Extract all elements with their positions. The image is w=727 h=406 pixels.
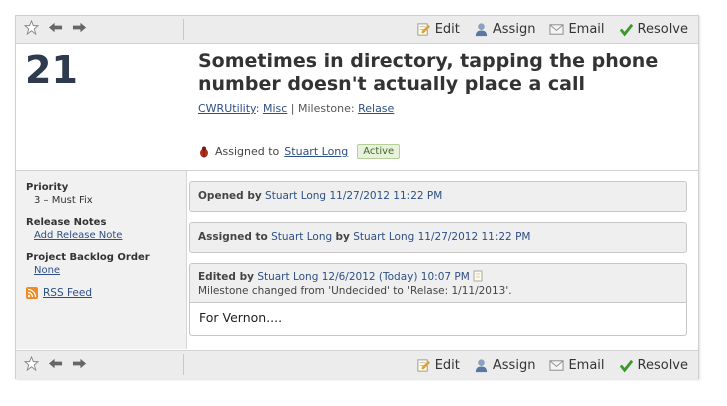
event-time: 11/27/2012 11:22 PM	[329, 190, 443, 202]
edit-button[interactable]: Edit	[416, 358, 460, 373]
resolve-button[interactable]: Resolve	[619, 22, 688, 37]
bug-icon	[200, 146, 208, 157]
top-toolbar: Edit Assign Email Resolve	[16, 16, 698, 44]
nav-controls	[24, 16, 87, 43]
edit-label: Edit	[434, 22, 460, 37]
back-arrow-icon[interactable]	[48, 20, 63, 39]
assignment-row: Assigned to Stuart Long Active	[198, 144, 401, 159]
edit-label: Edit	[434, 357, 460, 373]
case-title: Sometimes in directory, tapping the phon…	[198, 50, 659, 95]
email-icon	[549, 359, 564, 371]
priority-value[interactable]: 3 – Must Fix	[34, 195, 93, 206]
backlog-label: Project Backlog Order	[26, 252, 150, 263]
case-panel: Edit Assign Email Resolve 21 Sometimes i…	[15, 15, 699, 379]
event-by-label: by	[335, 231, 350, 243]
action-buttons-bottom: Edit Assign Email Resolve	[416, 351, 688, 379]
assign-button[interactable]: Assign	[474, 22, 536, 37]
toolbar-divider	[183, 19, 184, 40]
toolbar-divider	[183, 354, 184, 375]
case-sidebar: Priority 3 – Must Fix Release Notes Add …	[16, 171, 187, 349]
resolve-check-icon	[619, 23, 633, 37]
event-time: 12/6/2012 (Today) 10:07 PM	[321, 271, 470, 283]
assign-icon	[475, 23, 488, 37]
resolve-button[interactable]: Resolve	[619, 358, 688, 373]
assign-button[interactable]: Assign	[474, 357, 536, 373]
resolve-label: Resolve	[637, 22, 688, 37]
event-assigned: Assigned to Stuart Long by Stuart Long 1…	[189, 222, 687, 253]
event-action: Assigned to	[198, 231, 268, 243]
release-notes-label: Release Notes	[26, 217, 107, 228]
project-link[interactable]: CWRUtility	[198, 102, 256, 115]
star-icon[interactable]	[24, 355, 39, 375]
assign-label: Assign	[492, 357, 536, 373]
edit-button[interactable]: Edit	[416, 22, 460, 37]
milestone-link[interactable]: Relase	[358, 102, 394, 115]
event-header: Edited by Stuart Long 12/6/2012 (Today) …	[190, 264, 686, 303]
assign-icon	[475, 358, 488, 372]
event-action: Opened by	[198, 190, 262, 202]
event-user[interactable]: Stuart Long	[271, 231, 332, 243]
resolve-check-icon	[619, 359, 633, 372]
rss-icon	[26, 287, 38, 299]
priority-label: Priority	[26, 182, 69, 193]
resolve-label: Resolve	[637, 357, 688, 373]
backlog-value-link[interactable]: None	[34, 265, 150, 276]
assigned-prefix: Assigned to	[215, 145, 280, 158]
case-events: Opened by Stuart Long 11/27/2012 11:22 P…	[189, 181, 687, 346]
email-icon	[549, 24, 564, 35]
forward-arrow-icon[interactable]	[72, 20, 87, 39]
nav-controls-bottom	[24, 351, 87, 379]
edit-icon	[417, 358, 430, 372]
breadcrumb: CWRUtility: Misc | Milestone: Relase	[198, 102, 395, 115]
note-icon[interactable]	[473, 270, 484, 282]
assign-label: Assign	[492, 22, 536, 37]
forward-arrow-icon[interactable]	[72, 356, 87, 375]
event-action: Edited by	[198, 271, 254, 283]
add-release-note-link[interactable]: Add Release Note	[34, 230, 122, 241]
area-link[interactable]: Misc	[263, 102, 287, 115]
case-header: 21 Sometimes in directory, tapping the p…	[16, 44, 698, 171]
back-arrow-icon[interactable]	[48, 356, 63, 375]
event-comment: For Vernon....	[190, 303, 686, 335]
assignee-link[interactable]: Stuart Long	[284, 145, 348, 158]
event-user[interactable]: Stuart Long	[265, 190, 326, 202]
rss-feed-row[interactable]: RSS Feed	[26, 287, 92, 299]
case-number: 21	[25, 48, 78, 92]
email-button[interactable]: Email	[549, 357, 605, 373]
edit-icon	[417, 23, 430, 36]
milestone-label: Milestone:	[298, 102, 355, 115]
rss-feed-link[interactable]: RSS Feed	[43, 287, 92, 299]
event-user[interactable]: Stuart Long	[257, 271, 318, 283]
event-opened: Opened by Stuart Long 11/27/2012 11:22 P…	[189, 181, 687, 212]
bottom-toolbar: Edit Assign Email Resolve	[16, 350, 698, 379]
email-label: Email	[568, 22, 605, 37]
email-label: Email	[568, 357, 605, 373]
event-by-user[interactable]: Stuart Long	[353, 231, 414, 243]
status-badge: Active	[357, 144, 401, 159]
action-buttons: Edit Assign Email Resolve	[416, 16, 688, 43]
star-icon[interactable]	[24, 20, 39, 39]
event-edited: Edited by Stuart Long 12/6/2012 (Today) …	[189, 263, 687, 336]
event-time: 11/27/2012 11:22 PM	[417, 231, 531, 243]
event-change: Milestone changed from 'Undecided' to 'R…	[198, 285, 512, 297]
email-button[interactable]: Email	[549, 22, 605, 37]
